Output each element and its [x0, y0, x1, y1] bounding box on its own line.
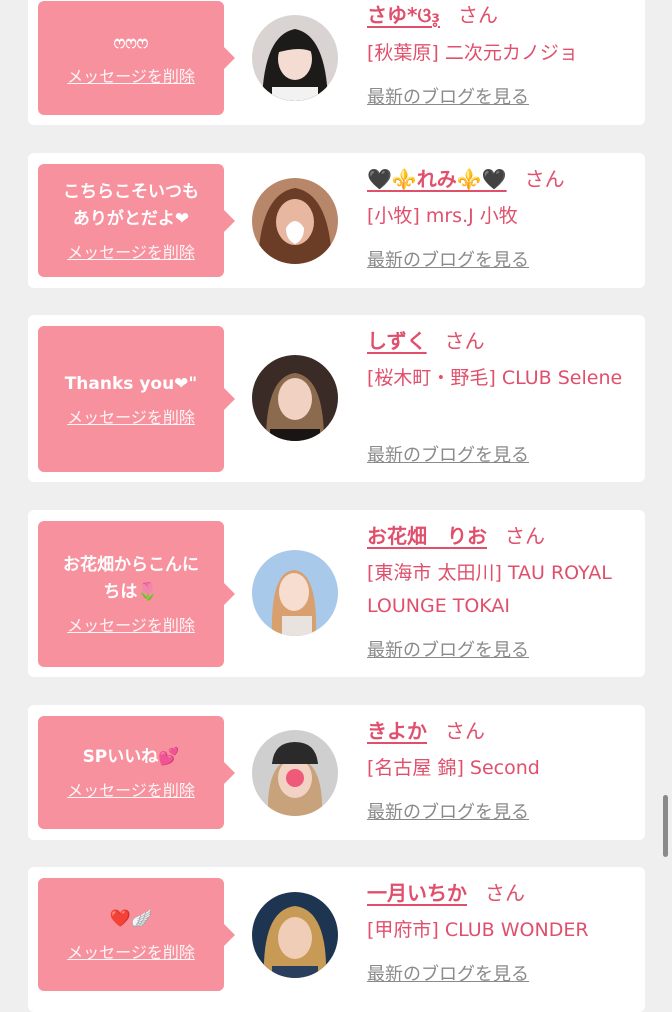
shop-info: [小牧] mrs.J 小牧 [367, 205, 518, 227]
message-card: SPいいね💕 メッセージを削除 きよか さん [名古屋 錦] Second 最新の… [28, 705, 645, 840]
message-bubble: SPいいね💕 メッセージを削除 [38, 716, 235, 829]
delete-message-link[interactable]: メッセージを削除 [67, 939, 195, 963]
message-bubble: ෆෆෆ メッセージを削除 [38, 1, 235, 115]
woman-photo-icon [252, 15, 338, 101]
name-line: さゆ*ଓ₃̥ さん [367, 1, 498, 29]
message-bubble: Thanks you❤︎" メッセージを削除 [38, 326, 235, 472]
shop-info: [桜木町・野毛] CLUB Selene [367, 367, 623, 389]
honorific: さん [445, 719, 485, 743]
latest-blog-link[interactable]: 最新のブログを見る [367, 249, 529, 273]
shop-info: [東海市 太田川] TAU ROYAL LOUNGE TOKAI [367, 562, 612, 617]
message-bubble: こちらこそいつも ありがとだよ❤︎ メッセージを削除 [38, 164, 235, 277]
scrollbar[interactable] [663, 795, 668, 857]
message-card: こちらこそいつも ありがとだよ❤︎ メッセージを削除 🖤⚜️れみ⚜️🖤 さん [小… [28, 153, 645, 288]
avatar[interactable] [252, 15, 338, 101]
message-card: ෆෆෆ メッセージを削除 さゆ*ଓ₃̥ さん [秋葉原] 二次元カノジョ 最新のブ… [28, 0, 645, 125]
message-text: SPいいね💕 [82, 747, 180, 767]
name-line: きよか さん [367, 717, 485, 745]
woman-photo-icon [252, 355, 338, 441]
user-name-link[interactable]: きよか [367, 719, 427, 743]
woman-photo-icon [252, 892, 338, 978]
shop-info: [名古屋 錦] Second [367, 757, 540, 779]
message-card: お花畑からこんに ちは🌷 メッセージを削除 お花畑 りお さん [東海市 太田川]… [28, 510, 645, 677]
delete-message-link[interactable]: メッセージを削除 [67, 612, 195, 636]
user-name-link[interactable]: 🖤⚜️れみ⚜️🖤 [367, 167, 507, 191]
honorific: さん [444, 329, 485, 353]
honorific: さん [458, 3, 498, 27]
latest-blog-link[interactable]: 最新のブログを見る [367, 444, 529, 468]
avatar[interactable] [252, 178, 338, 264]
woman-photo-icon [252, 178, 338, 264]
delete-message-link[interactable]: メッセージを削除 [67, 777, 195, 801]
message-text: ෆෆෆ [113, 32, 149, 53]
message-text: ❤️🪽 [109, 909, 153, 929]
message-text: こちらこそいつも ありがとだよ❤︎ [63, 181, 199, 229]
delete-message-link[interactable]: メッセージを削除 [67, 239, 195, 263]
name-line: 一月いちか さん [367, 879, 525, 907]
user-name-link[interactable]: さゆ*ଓ₃̥ [367, 3, 440, 27]
user-name-link[interactable]: お花畑 りお [367, 524, 487, 548]
user-name-link[interactable]: 一月いちか [367, 881, 467, 905]
avatar[interactable] [252, 550, 338, 636]
latest-blog-link[interactable]: 最新のブログを見る [367, 801, 529, 825]
woman-photo-icon [252, 550, 338, 636]
name-line: お花畑 りお さん [367, 522, 545, 550]
avatar[interactable] [252, 892, 338, 978]
message-card: ❤️🪽 メッセージを削除 一月いちか さん [甲府市] CLUB WONDER 最… [28, 867, 645, 1012]
message-text: お花畑からこんに ちは🌷 [63, 555, 199, 602]
honorific: さん [485, 881, 525, 905]
delete-message-link[interactable]: メッセージを削除 [67, 404, 195, 428]
latest-blog-link[interactable]: 最新のブログを見る [367, 86, 529, 110]
delete-message-link[interactable]: メッセージを削除 [67, 63, 195, 87]
latest-blog-link[interactable]: 最新のブログを見る [367, 963, 529, 987]
woman-photo-icon [252, 730, 338, 816]
shop-info: [秋葉原] 二次元カノジョ [367, 42, 578, 64]
message-text: Thanks you❤︎" [64, 373, 198, 394]
honorific: さん [505, 524, 545, 548]
shop-info: [甲府市] CLUB WONDER [367, 919, 589, 941]
avatar[interactable] [252, 355, 338, 441]
user-name-link[interactable]: しずく [367, 329, 427, 353]
message-bubble: お花畑からこんに ちは🌷 メッセージを削除 [38, 521, 235, 667]
message-card: Thanks you❤︎" メッセージを削除 しずく さん [桜木町・野毛] CL… [28, 315, 645, 482]
name-line: 🖤⚜️れみ⚜️🖤 さん [367, 165, 565, 193]
name-line: しずく さん [367, 327, 485, 355]
message-bubble: ❤️🪽 メッセージを削除 [38, 878, 235, 991]
honorific: さん [524, 167, 565, 191]
latest-blog-link[interactable]: 最新のブログを見る [367, 639, 529, 663]
avatar[interactable] [252, 730, 338, 816]
